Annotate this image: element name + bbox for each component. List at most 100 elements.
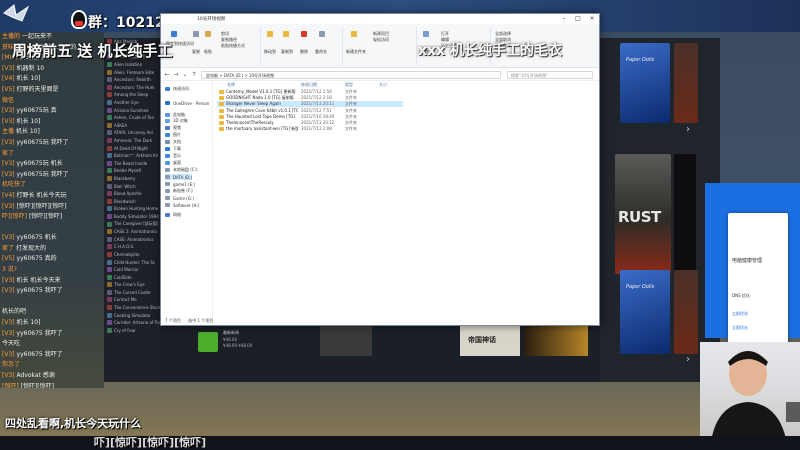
library-game-item[interactable]: CASE 2: Animatronics [104,228,160,236]
next-page-icon[interactable]: › [686,124,690,135]
library-game-item[interactable]: Blood Apostle [104,190,160,198]
nav-item[interactable]: OneDrive - Person [165,100,209,106]
library-game-item[interactable]: The Convenience Store | 夜勤事件 [104,304,160,312]
file-row[interactable]: GOODNIGHT Nado 1.0 [TG] 复制版 2021/7/12 2:1… [217,95,407,101]
nav-item[interactable]: 网络 [165,212,181,218]
nav-item[interactable]: game1 (E:) [165,181,195,187]
next-page-icon-2[interactable]: › [686,354,690,365]
column-header-size[interactable]: 大小 [379,82,387,88]
library-game-item[interactable]: Chernobylite [104,251,160,259]
library-game-item[interactable]: Beetle Myself [104,167,160,175]
nav-item[interactable]: 3D 对象 [165,118,188,124]
library-game-item[interactable]: C.H.A.O.S. [104,243,160,251]
file-row[interactable]: the mortuary assistant-win [TG] 新版 2021/7… [217,126,407,132]
game-tile-paper-dolls[interactable]: Paper Dolls [620,43,670,123]
library-game-item[interactable]: Corridor: Artsona of Tea [104,319,160,327]
pc-health-row-3[interactable]: 立即优化 [732,325,748,331]
library-game-item[interactable]: Bloodwash [104,197,160,205]
game-tile-dark[interactable] [674,43,698,123]
library-game-item[interactable]: Cold Warrior [104,266,160,274]
close-button[interactable]: × [585,14,599,24]
new-folder-button[interactable]: 新建文件夹 [346,49,366,55]
column-header-type[interactable]: 类型 [345,82,353,88]
pc-health-row-2[interactable]: 立即优化 [732,311,748,317]
library-game-item[interactable]: Child Hunter: The Sc [104,258,160,266]
game-tile-paper-dolls-2[interactable]: Paper Dolls [620,270,670,354]
paste-shortcut-button[interactable]: 粘贴快捷方式 [221,43,245,49]
library-game-item[interactable]: ColdSide [104,273,160,281]
easy-access-button[interactable]: 轻松访问 [373,37,389,43]
library-game-item[interactable]: Batman™: Arkham Kn [104,152,160,160]
nav-item[interactable]: 桌面 [165,160,181,166]
nav-item[interactable]: 视频 [165,125,181,131]
nav-item[interactable]: 新加卷 (F:) [165,188,193,194]
library-game-item[interactable]: Buddy Simulator 1984 [104,213,160,221]
library-game-item[interactable]: Amnesia: The Dark [104,137,160,145]
library-game-item[interactable]: Alien Isolation [104,61,160,69]
forward-button[interactable]: → [172,71,180,79]
maximize-button[interactable]: □ [571,14,585,24]
nav-item[interactable]: 下载 [165,146,181,152]
file-row[interactable]: Shanger Never Sleep Again 2021/7/13 20:11… [217,101,403,108]
chat-text: 机长 10] [15,128,40,136]
nav-folder-icon [165,101,170,105]
library-game-item[interactable]: At Dead Of Night [104,144,160,152]
file-row[interactable]: The Galleghre Cave 64bit v1.0.1 [TG] 2021… [217,108,407,114]
file-row[interactable]: The Haunted Lost Tape Demo [TG] 2021/7/10… [217,114,407,120]
library-game-item[interactable]: Blackberry [104,175,160,183]
nav-item[interactable]: 快速访问 [165,86,189,92]
featured-tile-1[interactable] [320,326,372,356]
featured-tile-3[interactable] [524,326,588,356]
library-game-item[interactable]: Cry of Fear [104,327,160,335]
delete-button[interactable]: 删除 [300,49,308,55]
library-game-item[interactable]: The Caregiver [試玩版] [104,220,160,228]
rename-button[interactable]: 重命名 [315,49,327,55]
back-button[interactable]: ← [163,71,171,79]
nav-item[interactable]: 文档 [165,139,181,145]
library-game-item[interactable]: Broken Hunting Home [104,205,160,213]
column-header-date[interactable]: 修改日期 [301,82,317,88]
library-game-item[interactable]: Ancestors: Rebirth [104,76,160,84]
search-input[interactable]: 搜索"10号开场视频" [507,71,593,79]
library-game-item[interactable]: The Crow's Eye [104,281,160,289]
chat-message: [V4] 打野长 机长今天玩 [0,191,104,202]
nav-item-label: Software (H:) [173,202,200,208]
game-tile-unknown[interactable] [674,154,696,274]
library-game-item[interactable]: Contact Me [104,296,160,304]
library-game-item[interactable]: ATARI: Uncanny Ani [104,129,160,137]
nav-item[interactable]: 本地磁盘 (C:) [165,167,198,173]
nav-item[interactable]: 图片 [165,132,181,138]
address-bar[interactable]: 此电脑 > DATA (D:) > 10号开场视频 [201,71,501,79]
move-to-button[interactable]: 移动到 [264,49,276,55]
library-game-item[interactable]: Ashen, Crude of Tea [104,114,160,122]
copy-button[interactable]: 复制 [192,49,200,55]
recent-dropdown-button[interactable]: ⌄ [181,71,189,79]
minimize-button[interactable]: – [557,14,571,24]
up-button[interactable]: ↑ [190,71,198,79]
featured-tile-game[interactable]: 帝国神话 [460,326,520,356]
library-game-item[interactable]: Cooking Simulator [104,311,160,319]
nav-folder-icon [165,189,170,193]
library-game-item[interactable]: Arizona Sunshine [104,106,160,114]
play-icon[interactable] [198,332,218,352]
library-game-item[interactable]: Among the Sleep [104,91,160,99]
library-game-item[interactable]: The Cursed Castle [104,289,160,297]
nav-item[interactable]: DATA (D:) [165,174,193,180]
library-game-item[interactable]: The Beast Inside [104,160,160,168]
paste-button[interactable]: 粘贴 [204,49,212,55]
nav-item[interactable]: 音乐 [165,153,181,159]
library-game-item[interactable]: Alien: Fireteam Elite [104,68,160,76]
library-game-item[interactable]: Another Eye [104,99,160,107]
column-header-name[interactable]: 名称 [227,82,235,88]
library-game-item[interactable]: ASKEA [104,122,160,130]
nav-item[interactable]: Game (G:) [165,195,194,201]
game-tile-dark-2[interactable] [674,270,698,354]
library-game-item[interactable]: CASE: Animatronics [104,235,160,243]
file-row[interactable]: TheInnocentTheRessuly 2021/7/13 20:12 文件夹 [217,120,407,126]
library-game-item[interactable]: Ancestors: The Hum [104,84,160,92]
nav-item[interactable]: Software (H:) [165,202,199,208]
file-row[interactable]: Contemy_Model V1.0.1 [TG] 更新版 2021/7/12 1… [217,89,407,95]
copy-to-button[interactable]: 复制到 [281,49,293,55]
library-game-item[interactable]: Blair Witch [104,182,160,190]
explorer-titlebar[interactable]: 10号开场视频 – □ × [161,14,599,24]
